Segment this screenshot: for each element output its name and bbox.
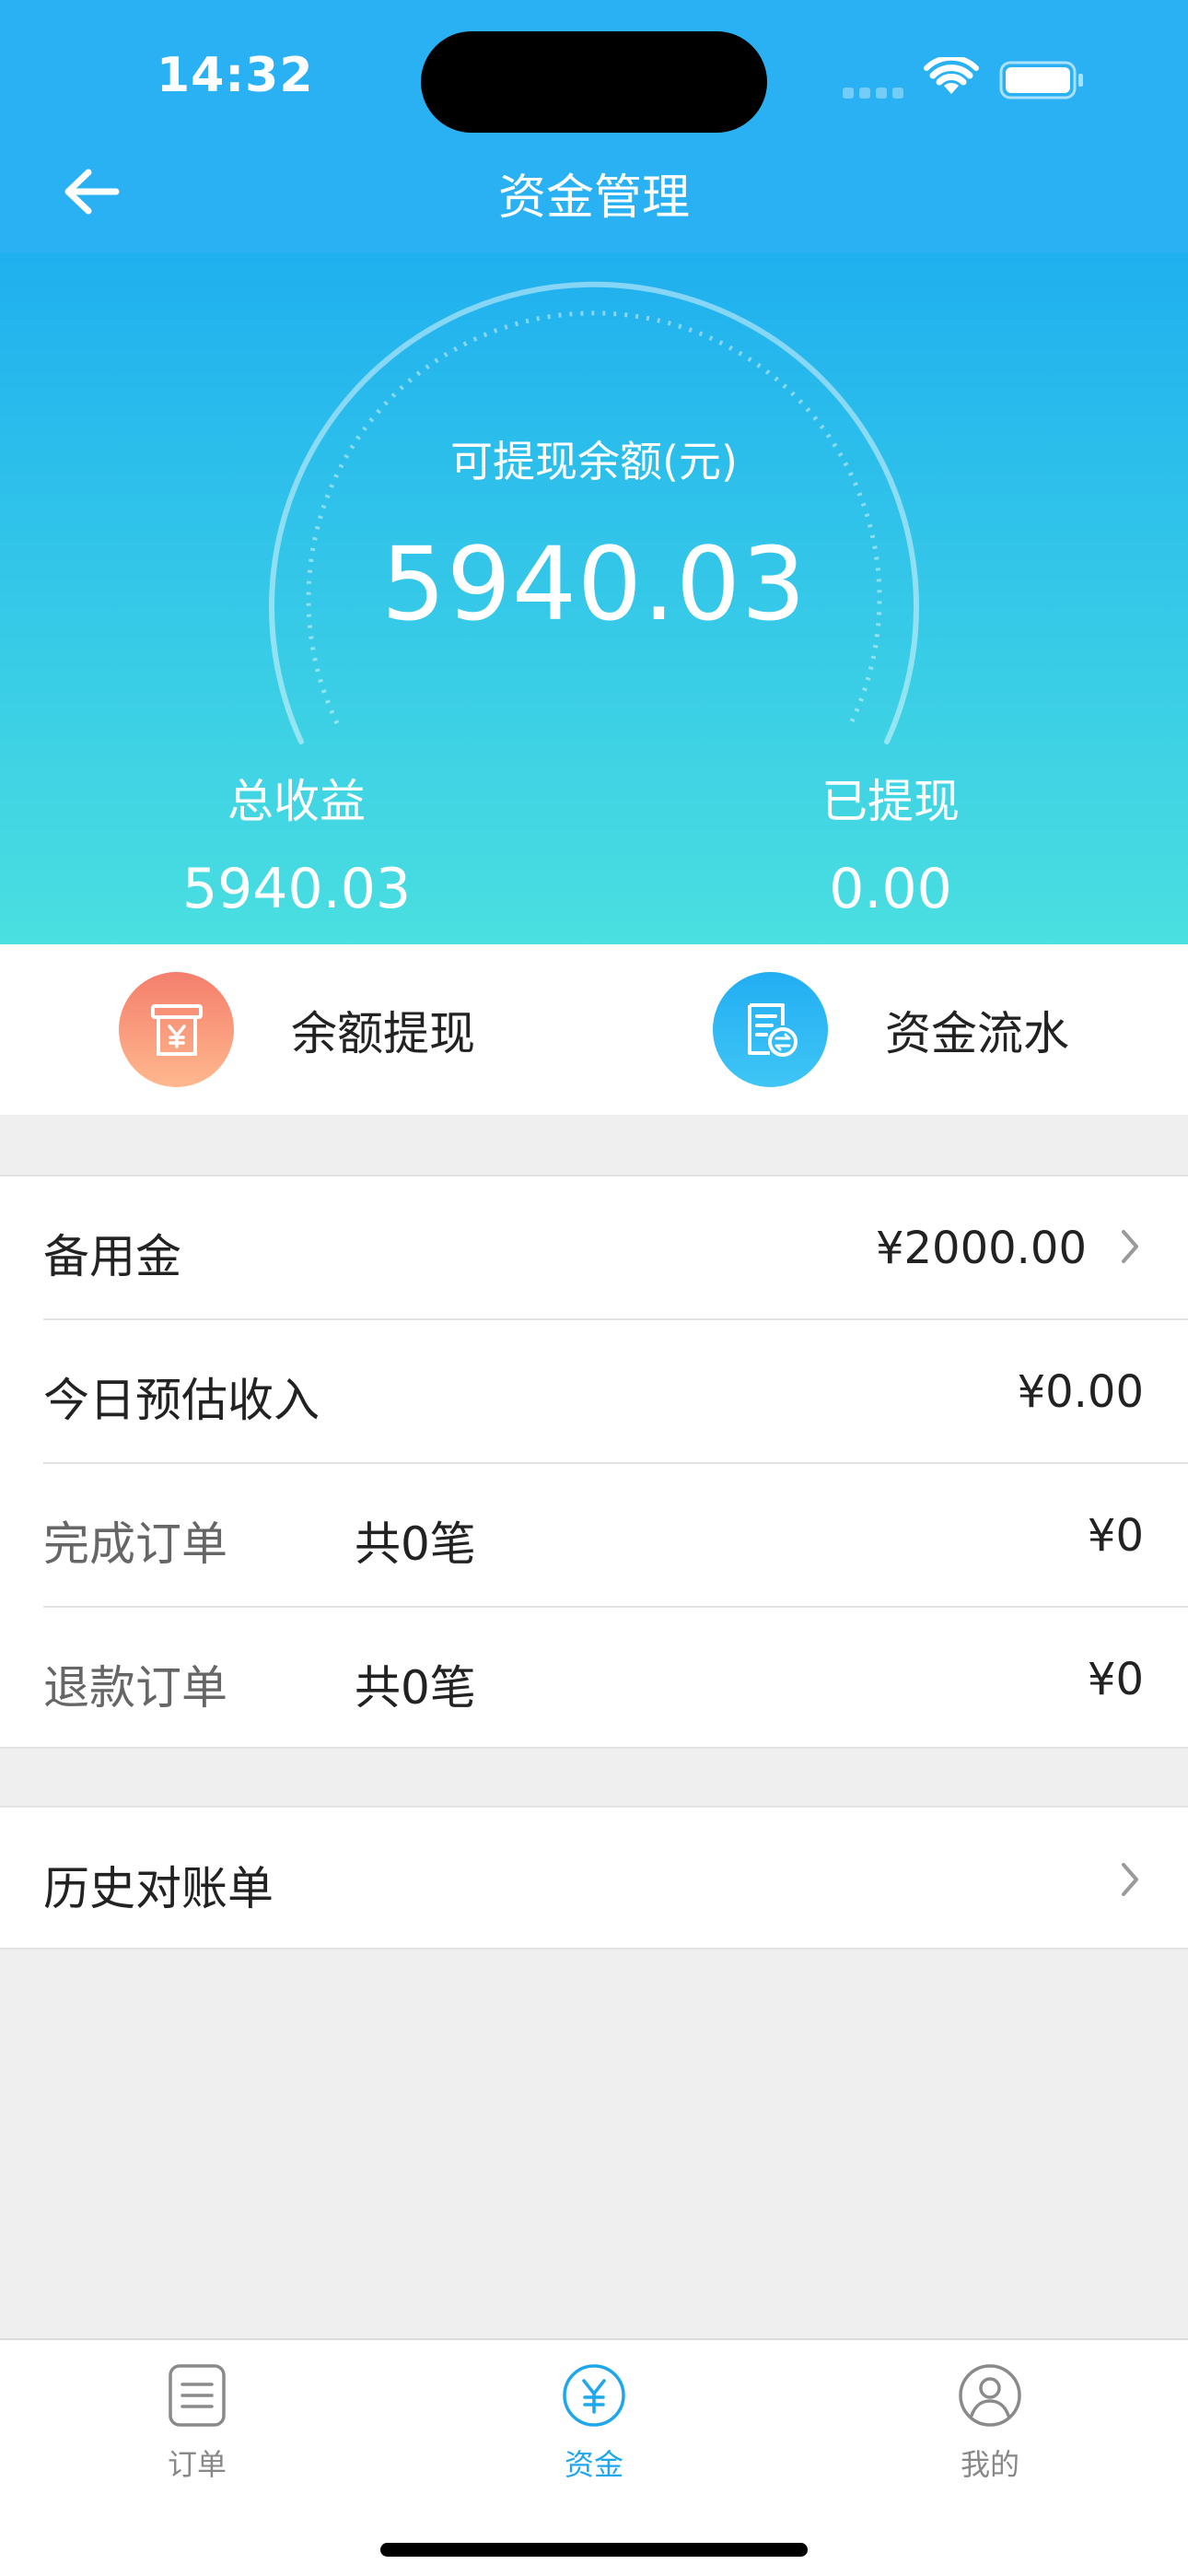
order-list-icon [169, 2364, 226, 2427]
tab-orders[interactable]: 订单 [77, 2362, 317, 2484]
fund-flow-label: 资金流水 [885, 1006, 1069, 1060]
tab-orders-label: 订单 [167, 2447, 227, 2482]
yuan-receipt-icon [119, 972, 234, 1087]
history-statement-title: 历史对账单 [43, 1862, 274, 1915]
refund-orders-row: 退款订单 共0笔 ¥0 [0, 1608, 1188, 1750]
document-exchange-icon [713, 972, 828, 1087]
completed-orders-title: 完成订单 [43, 1517, 227, 1571]
dynamic-island [421, 31, 767, 133]
yuan-circle-icon [563, 2364, 625, 2427]
withdraw-button[interactable]: 余额提现 [119, 972, 475, 1087]
withdrawn-amount: 已提现 0.00 [725, 765, 1056, 921]
status-time: 14:32 [157, 48, 314, 103]
fund-flow-button[interactable]: 资金流水 [713, 972, 1069, 1087]
withdrawn-value: 0.00 [829, 857, 952, 921]
chevron-right-icon [1122, 1863, 1138, 1896]
tab-mine-label: 我的 [960, 2447, 1019, 2482]
refund-orders-amount: ¥0 [1087, 1654, 1144, 1705]
fund-info-list: 备用金 ¥2000.00 今日预估收入 ¥0.00 完成订单 共0笔 ¥0 退款… [0, 1175, 1188, 1749]
tab-funds[interactable]: 资金 [474, 2362, 714, 2484]
history-statement-row[interactable]: 历史对账单 [0, 1806, 1188, 1950]
action-row: 余额提现 资金流水 [0, 944, 1188, 1115]
tab-mine[interactable]: 我的 [870, 2362, 1110, 2484]
today-income-amount: ¥0.00 [1017, 1366, 1144, 1418]
tab-funds-label: 资金 [564, 2447, 623, 2482]
total-earnings-label: 总收益 [227, 775, 366, 828]
today-income-title: 今日预估收入 [43, 1374, 320, 1427]
refund-orders-title: 退款订单 [43, 1661, 227, 1715]
page-title: 资金管理 [497, 170, 690, 226]
completed-orders-amount: ¥0 [1087, 1510, 1144, 1562]
top-bar: 14:32 资金管理 [0, 0, 1188, 253]
balance-hero: 可提现余额(元) 5940.03 总收益 5940.03 已提现 0.00 [0, 253, 1188, 944]
reserve-fund-row[interactable]: 备用金 ¥2000.00 [0, 1177, 1188, 1318]
battery-icon [999, 61, 1083, 100]
withdrawn-label: 已提现 [821, 775, 960, 828]
tab-bar: 订单 资金 我的 [0, 2338, 1188, 2576]
refund-orders-count: 共0笔 [355, 1661, 476, 1715]
user-profile-icon [959, 2364, 1021, 2427]
today-income-row: 今日预估收入 ¥0.00 [0, 1320, 1188, 1462]
home-indicator [380, 2543, 808, 2557]
cellular-signal-icon [843, 88, 907, 100]
reserve-fund-amount: ¥2000.00 [875, 1223, 1087, 1274]
chevron-right-icon [1122, 1230, 1138, 1263]
reserve-fund-title: 备用金 [43, 1230, 181, 1283]
balance-label: 可提现余额(元) [450, 437, 738, 486]
completed-orders-count: 共0笔 [355, 1517, 476, 1571]
balance-amount: 5940.03 [381, 525, 807, 643]
completed-orders-row: 完成订单 共0笔 ¥0 [0, 1464, 1188, 1606]
total-earnings: 总收益 5940.03 [131, 765, 462, 921]
withdraw-label: 余额提现 [291, 1006, 475, 1060]
total-earnings-value: 5940.03 [181, 857, 412, 921]
wifi-icon [924, 57, 979, 94]
